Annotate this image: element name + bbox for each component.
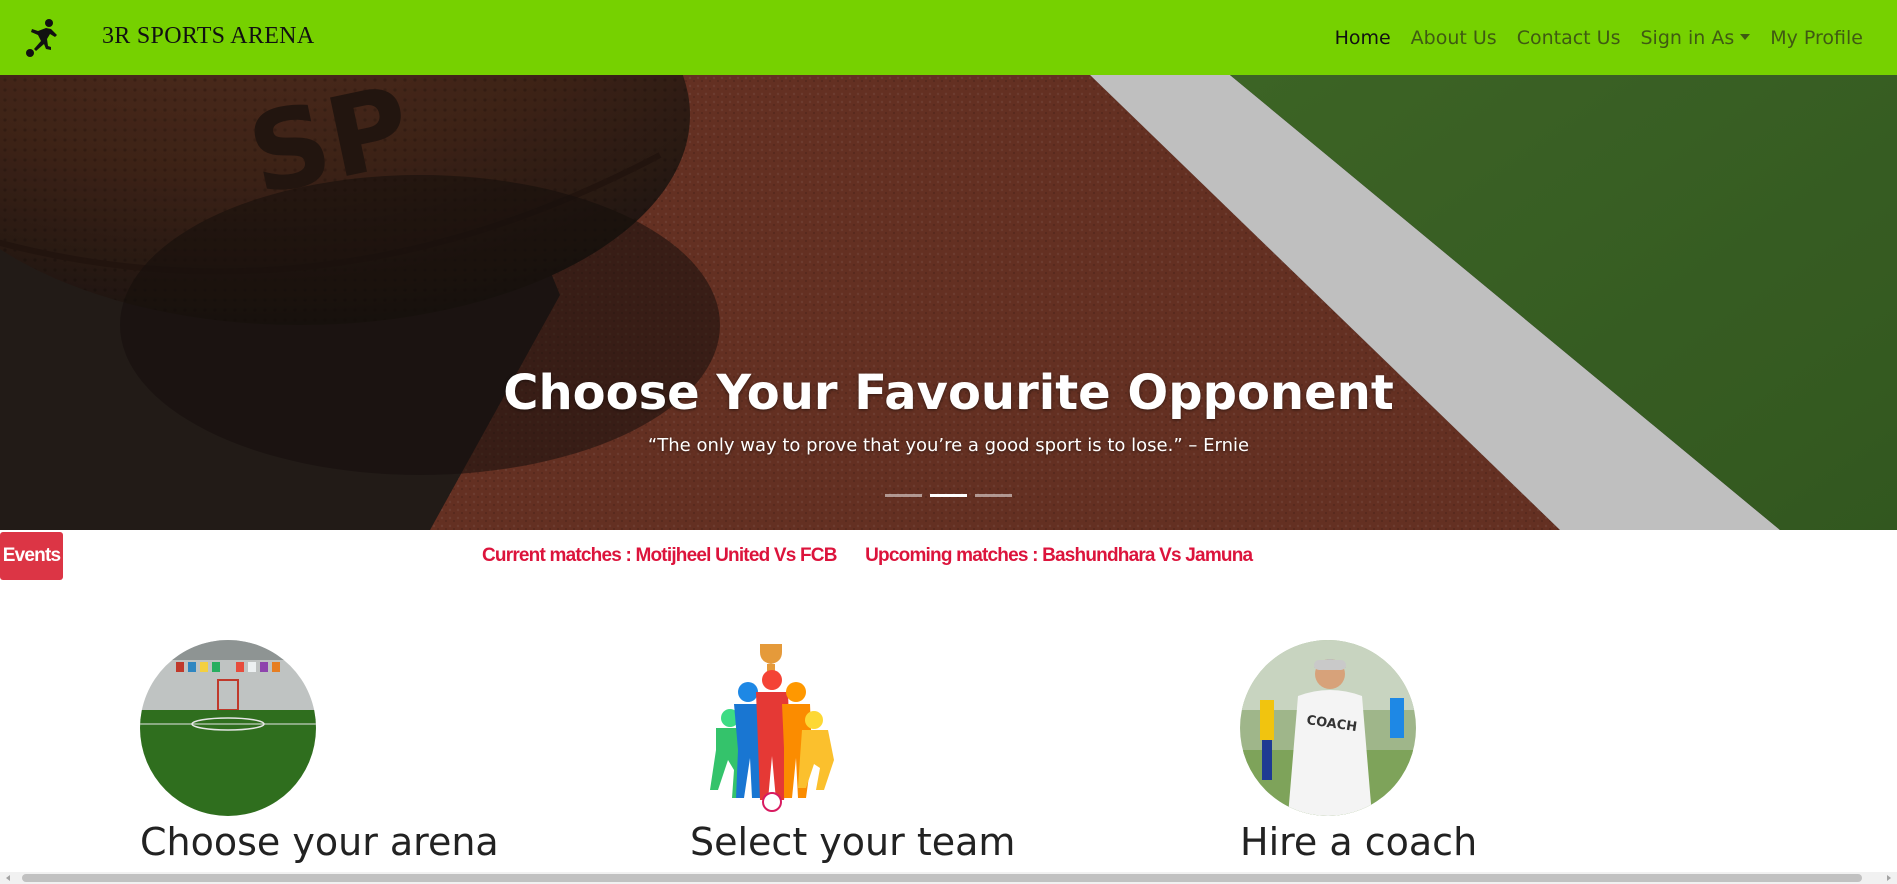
brand-name[interactable]: 3R SPORTS ARENA: [102, 23, 314, 50]
carousel-indicator-1[interactable]: [885, 494, 922, 497]
feature-arena-title: Choose your arena: [140, 820, 499, 864]
horizontal-scrollbar[interactable]: [0, 872, 1897, 884]
scrollbar-thumb[interactable]: [22, 874, 1862, 882]
carousel-indicator-2[interactable]: [930, 494, 967, 497]
feature-arena: Choose your arena: [140, 640, 499, 864]
navbar: 3R SPORTS ARENA Home About Us Contact Us…: [0, 0, 1897, 75]
feature-team: Select your team: [690, 640, 1015, 864]
caret-down-icon: [1740, 33, 1751, 40]
events-badge: Events: [0, 532, 63, 580]
carousel-indicator-3[interactable]: [975, 494, 1012, 497]
nav-contact-link[interactable]: Contact Us: [1507, 27, 1631, 49]
soccer-player-icon[interactable]: [20, 16, 64, 60]
nav-signin-label: Sign in As: [1640, 26, 1735, 49]
nav-home-link[interactable]: Home: [1325, 27, 1401, 49]
carousel-indicators: [0, 494, 1897, 497]
team-silhouettes-image[interactable]: [690, 640, 866, 816]
hero-overlay: [0, 75, 1897, 530]
nav-links: Home About Us Contact Us Sign in As My P…: [1325, 0, 1873, 75]
nav-signin-dropdown[interactable]: Sign in As: [1630, 27, 1760, 49]
nav-profile-link[interactable]: My Profile: [1760, 27, 1873, 49]
hero-title: Choose Your Favourite Opponent: [503, 365, 1394, 421]
feature-team-title: Select your team: [690, 820, 1016, 864]
scroll-left-icon[interactable]: [6, 875, 10, 881]
hero-carousel: SP Choose Your Favourite Opponent “The o…: [0, 75, 1897, 530]
feature-coach: COACH Hire a coach: [1240, 640, 1477, 864]
current-matches-text: Current matches : Motijheel United Vs FC…: [482, 545, 837, 566]
hero-quote: “The only way to prove that you’re a goo…: [647, 435, 1250, 456]
coach-image[interactable]: COACH: [1240, 640, 1416, 816]
feature-coach-title: Hire a coach: [1240, 820, 1478, 864]
upcoming-matches-text: Upcoming matches : Bashundhara Vs Jamuna: [865, 545, 1253, 566]
events-ticker: Current matches : Motijheel United Vs FC…: [482, 545, 1276, 567]
indoor-arena-image[interactable]: [140, 640, 316, 816]
scroll-right-icon[interactable]: [1887, 875, 1891, 881]
nav-about-link[interactable]: About Us: [1401, 27, 1507, 49]
